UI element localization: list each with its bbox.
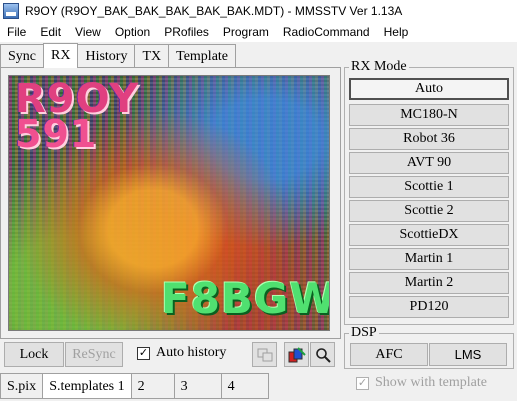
- menu-file[interactable]: File: [0, 25, 33, 39]
- tab-rx[interactable]: RX: [43, 43, 79, 68]
- mode-robot36-button[interactable]: Robot 36: [349, 128, 509, 150]
- mode-scottie1-button[interactable]: Scottie 1: [349, 176, 509, 198]
- afc-button[interactable]: AFC: [350, 343, 428, 366]
- mode-mc180n-button[interactable]: MC180-N: [349, 104, 509, 126]
- zoom-button[interactable]: [310, 342, 335, 367]
- tab-spix[interactable]: S.pix: [0, 373, 44, 399]
- tab-stemplates-4[interactable]: 4: [220, 373, 269, 399]
- menu-profiles[interactable]: PRofiles: [157, 25, 216, 39]
- color-palette-icon: [288, 346, 306, 362]
- tab-stemplates-1[interactable]: S.templates 1: [42, 373, 132, 399]
- show-with-template-toggle[interactable]: ✓ Show with template: [356, 375, 487, 391]
- magnifier-icon: [315, 347, 331, 363]
- tab-template[interactable]: Template: [168, 44, 237, 68]
- mode-scottiedx-button[interactable]: ScottieDX: [349, 224, 509, 246]
- show-with-template-label: Show with template: [375, 375, 487, 390]
- mode-martin2-button[interactable]: Martin 2: [349, 272, 509, 294]
- mode-pd120-button[interactable]: PD120: [349, 296, 509, 318]
- dsp-label: DSP: [349, 325, 379, 341]
- copy-icon: [257, 348, 272, 361]
- rx-mode-label: RX Mode: [349, 59, 409, 75]
- show-with-template-checkbox[interactable]: ✓: [356, 376, 369, 390]
- stock-picture-tabs: S.pix S.templates 1 2 3 4: [0, 373, 269, 399]
- tab-sync[interactable]: Sync: [0, 44, 44, 68]
- menu-program[interactable]: Program: [216, 25, 276, 39]
- tab-stemplates-3[interactable]: 3: [173, 373, 222, 399]
- tab-tx[interactable]: TX: [134, 44, 170, 68]
- auto-history-toggle[interactable]: ✓ Auto history: [137, 345, 226, 361]
- menu-edit[interactable]: Edit: [33, 25, 68, 39]
- sstv-app-icon: [3, 3, 19, 19]
- image-sender-callsign-text: F8BGW: [161, 274, 330, 323]
- received-image[interactable]: R9OY 591 F8BGW: [8, 75, 330, 331]
- menu-option[interactable]: Option: [108, 25, 157, 39]
- rx-mode-group: RX Mode Auto MC180-N Robot 36 AVT 90 Sco…: [344, 59, 514, 325]
- window-title: R9OY (R9OY_BAK_BAK_BAK_BAK_BAK.MDT) - MM…: [25, 4, 403, 18]
- mode-scottie2-button[interactable]: Scottie 2: [349, 200, 509, 222]
- menu-radiocommand[interactable]: RadioCommand: [276, 25, 377, 39]
- resync-button[interactable]: ReSync: [65, 342, 123, 367]
- image-rst-text: 591: [15, 112, 98, 156]
- tab-history[interactable]: History: [77, 44, 136, 68]
- title-bar: R9OY (R9OY_BAK_BAK_BAK_BAK_BAK.MDT) - MM…: [0, 0, 517, 22]
- menu-bar: File Edit View Option PRofiles Program R…: [0, 22, 517, 42]
- mode-martin1-button[interactable]: Martin 1: [349, 248, 509, 270]
- mode-avt90-button[interactable]: AVT 90: [349, 152, 509, 174]
- dsp-group: DSP AFC LMS: [344, 325, 514, 369]
- copy-image-button[interactable]: [252, 342, 277, 367]
- lms-button[interactable]: LMS: [429, 343, 507, 366]
- main-tabs: Sync RX History TX Template: [0, 43, 237, 68]
- menu-view[interactable]: View: [68, 25, 108, 39]
- mode-auto-button[interactable]: Auto: [349, 78, 509, 100]
- menu-help[interactable]: Help: [377, 25, 416, 39]
- color-tool-button[interactable]: [284, 342, 309, 367]
- tab-stemplates-2[interactable]: 2: [130, 373, 175, 399]
- lock-button[interactable]: Lock: [4, 342, 64, 367]
- auto-history-checkbox[interactable]: ✓: [137, 346, 150, 360]
- auto-history-label: Auto history: [156, 345, 227, 360]
